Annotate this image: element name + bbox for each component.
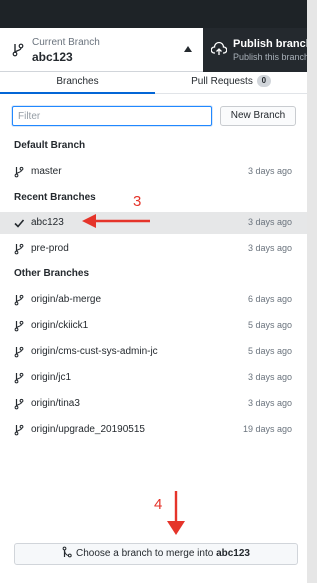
branch-row[interactable]: origin/ab-merge 6 days ago xyxy=(0,289,307,311)
branch-tabs: Branches Pull Requests 0 xyxy=(0,72,307,94)
merge-prefix: Choose a branch to merge into xyxy=(75,548,214,559)
branch-time: 5 days ago xyxy=(247,346,292,356)
tab-branches-label: Branches xyxy=(56,76,99,87)
merge-icon xyxy=(62,546,72,558)
cloud-upload-icon xyxy=(211,41,227,55)
branch-name: abc123 xyxy=(31,217,64,228)
section-default-branch: Default Branch xyxy=(14,140,86,151)
branch-time: 3 days ago xyxy=(247,166,292,176)
merge-into-branch-button[interactable]: Choose a branch to merge into abc123 xyxy=(14,543,298,565)
branch-name: master xyxy=(31,166,62,177)
branch-icon xyxy=(14,398,24,410)
branch-time: 6 days ago xyxy=(247,294,292,304)
branch-icon xyxy=(14,166,24,178)
branch-time: 3 days ago xyxy=(247,243,292,253)
merge-footer: Choose a branch to merge into abc123 xyxy=(0,535,307,583)
branch-name: pre-prod xyxy=(31,243,69,254)
branch-row[interactable]: master 3 days ago xyxy=(0,161,307,183)
branch-row[interactable]: origin/upgrade_20190515 19 days ago xyxy=(0,419,307,441)
pull-requests-count-badge: 0 xyxy=(256,75,271,88)
branch-icon xyxy=(12,43,24,57)
window-edge xyxy=(307,0,317,583)
branch-time: 3 days ago xyxy=(247,217,292,227)
branch-icon xyxy=(14,320,24,332)
branch-row[interactable]: pre-prod 3 days ago xyxy=(0,238,307,260)
branch-time: 5 days ago xyxy=(247,320,292,330)
publish-title: Publish branch xyxy=(233,38,307,50)
merge-target-branch: abc123 xyxy=(216,548,250,559)
branch-icon xyxy=(14,424,24,436)
publish-branch-button[interactable]: Publish branch Publish this branch xyxy=(203,28,307,72)
branch-time: 19 days ago xyxy=(242,424,292,434)
branch-name: origin/ckiick1 xyxy=(31,320,89,331)
current-branch-button[interactable]: Current Branch abc123 xyxy=(0,28,203,72)
annotation-step-4: 4 xyxy=(154,496,163,513)
branch-name: origin/upgrade_20190515 xyxy=(31,424,145,435)
annotation-arrow-left-icon xyxy=(82,214,150,228)
branch-row[interactable]: origin/cms-cust-sys-admin-jc 5 days ago xyxy=(0,341,307,363)
branch-row[interactable]: origin/jc1 3 days ago xyxy=(0,367,307,389)
section-recent-branches: Recent Branches xyxy=(14,192,96,203)
branch-name: origin/jc1 xyxy=(31,372,72,383)
branch-row[interactable]: origin/ckiick1 5 days ago xyxy=(0,315,307,337)
new-branch-button[interactable]: New Branch xyxy=(220,106,296,126)
branch-time: 3 days ago xyxy=(247,372,292,382)
branch-icon xyxy=(14,294,24,306)
branch-name: origin/cms-cust-sys-admin-jc xyxy=(31,346,158,357)
branch-icon xyxy=(14,372,24,384)
branch-icon xyxy=(14,346,24,358)
window-titlebar xyxy=(0,0,317,28)
tab-pull-requests-label: Pull Requests xyxy=(191,76,253,87)
tab-pull-requests[interactable]: Pull Requests 0 xyxy=(155,72,307,94)
branch-row[interactable]: origin/tina3 3 days ago xyxy=(0,393,307,415)
current-branch-value: abc123 xyxy=(32,50,73,64)
branch-icon xyxy=(14,243,24,255)
branch-name: origin/tina3 xyxy=(31,398,80,409)
tab-branches[interactable]: Branches xyxy=(0,72,155,94)
check-icon xyxy=(14,219,24,228)
branch-row-selected[interactable]: abc123 3 days ago xyxy=(0,212,307,234)
caret-up-icon xyxy=(184,46,192,52)
branch-name: origin/ab-merge xyxy=(31,294,102,305)
annotation-arrow-down-icon xyxy=(167,491,185,535)
current-branch-label: Current Branch xyxy=(32,37,100,48)
branch-time: 3 days ago xyxy=(247,398,292,408)
publish-subtitle: Publish this branch xyxy=(233,52,307,62)
toolbar: Current Branch abc123 Publish branch Pub… xyxy=(0,28,307,72)
annotation-step-3: 3 xyxy=(133,193,142,210)
section-other-branches: Other Branches xyxy=(14,268,90,279)
filter-input[interactable] xyxy=(12,106,212,126)
